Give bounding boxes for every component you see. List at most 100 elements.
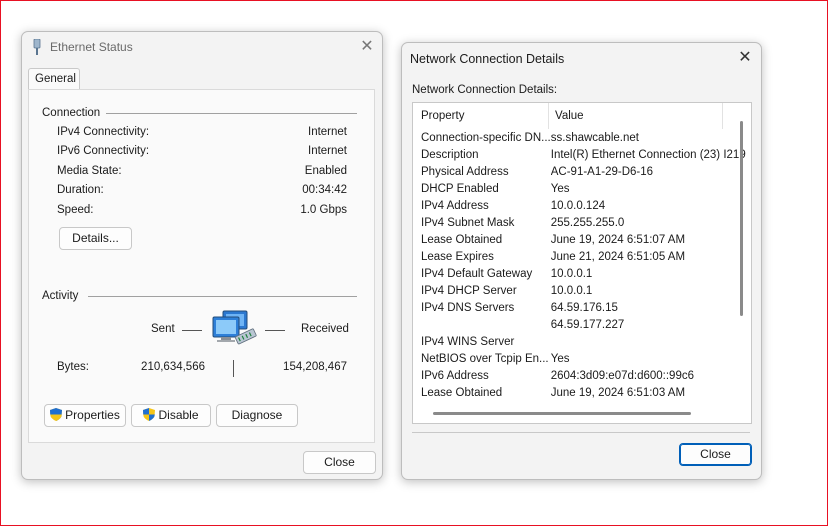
duration-value: 00:34:42 [302,184,347,196]
property-cell: IPv4 Subnet Mask [421,216,515,229]
table-row[interactable]: IPv4 Subnet Mask 255.255.255.0 [421,214,746,231]
close-icon[interactable]: ✕ [355,36,379,58]
ethernet-close-button[interactable]: Close [303,451,376,474]
property-cell: NetBIOS over Tcpip En... [421,352,549,365]
property-cell: IPv4 DHCP Server [421,284,517,297]
media-state-value: Enabled [304,165,347,177]
activity-divider [88,296,357,297]
value-cell: June 19, 2024 6:51:07 AM [550,233,686,246]
table-row[interactable]: Lease Obtained June 19, 2024 6:51:03 AM [421,384,746,401]
shield-icon [143,408,156,421]
table-row[interactable]: Description Intel(R) Ethernet Connection … [421,146,746,163]
value-cell: Yes [550,182,570,195]
value-cell: 10.0.0.1 [550,267,593,280]
connection-header: Connection [42,107,101,119]
sent-line [182,330,202,331]
property-cell: IPv4 Address [421,199,489,212]
value-cell: 10.0.0.124 [550,199,606,212]
diagnose-button[interactable]: Diagnose [216,404,298,427]
value-cell: Yes [550,352,570,365]
table-row[interactable]: Lease Expires June 21, 2024 6:51:05 AM [421,248,746,265]
table-row[interactable]: IPv4 Address 10.0.0.124 [421,197,746,214]
close-icon[interactable]: ✕ [733,47,757,69]
table-row[interactable]: IPv4 Default Gateway 10.0.0.1 [421,265,746,282]
tab-general[interactable]: General [28,68,80,90]
received-label: Received [301,323,349,335]
properties-button-label: Properties [65,408,120,422]
speed-value: 1.0 Gbps [300,204,347,216]
property-cell: Lease Expires [421,250,494,263]
ipv6-label: IPv6 Connectivity: [57,145,150,157]
property-cell: Lease Obtained [421,233,503,246]
property-cell: Lease Obtained [421,386,503,399]
value-cell: Intel(R) Ethernet Connection (23) I219 [550,148,746,161]
connection-divider [106,113,357,114]
title-bar: Ethernet Status ✕ [22,32,382,62]
table-row[interactable]: Connection-specific DN... ss.shawcable.ne… [421,129,746,146]
ethernet-status-window: Ethernet Status ✕ General Connection IPv… [21,31,383,480]
tab-panel [28,89,375,443]
footer-divider [412,432,750,433]
disable-button[interactable]: Disable [131,404,211,427]
tab-general-label: General [35,73,76,85]
bytes-sent: 210,634,566 [141,361,205,373]
table-row[interactable]: IPv6 Address 2604:3d09:e07d:d600::99c6 [421,367,746,384]
value-cell: 255.255.255.0 [550,216,625,229]
property-cell: IPv4 Default Gateway [421,267,533,280]
activity-stem [233,360,234,377]
list-header: Property Value [413,103,751,129]
table-row[interactable]: IPv4 DHCP Server 10.0.0.1 [421,282,746,299]
value-cell: 64.59.176.15 [550,301,618,314]
value-cell: 2604:3d09:e07d:d600::99c6 [550,369,694,382]
properties-button[interactable]: Properties [44,404,126,427]
details-close-button[interactable]: Close [679,443,752,466]
property-cell: Connection-specific DN... [421,131,551,144]
ethernet-plug-icon [33,38,41,55]
value-cell: June 21, 2024 6:51:05 AM [550,250,686,263]
details-button[interactable]: Details... [59,227,132,250]
property-cell: IPv4 DNS Servers [421,301,515,314]
speed-label: Speed: [57,204,94,216]
bytes-received: 154,208,467 [283,361,347,373]
value-cell: AC-91-A1-29-D6-16 [550,165,654,178]
horizontal-scrollbar[interactable] [433,412,691,415]
col-value-header[interactable]: Value [555,110,584,122]
window-title: Network Connection Details [410,52,565,66]
table-row[interactable]: Lease Obtained June 19, 2024 6:51:07 AM [421,231,746,248]
activity-header: Activity [42,290,79,302]
disable-button-label: Disable [158,408,199,422]
property-cell: IPv4 WINS Server [421,335,515,348]
table-row[interactable]: 64.59.177.227 [421,316,746,333]
table-row[interactable]: IPv4 DNS Servers 64.59.176.15 [421,299,746,316]
properties-table: Connection-specific DN... ss.shawcable.ne… [421,129,746,401]
vertical-scrollbar[interactable] [740,121,743,316]
bytes-label: Bytes: [57,361,89,373]
shield-icon [50,408,63,421]
duration-label: Duration: [57,184,104,196]
table-row[interactable]: NetBIOS over Tcpip En... Yes [421,350,746,367]
table-row[interactable]: Physical Address AC-91-A1-29-D6-16 [421,163,746,180]
col-divider [548,103,549,129]
col-divider [722,103,723,129]
window-title: Ethernet Status [50,40,133,54]
sent-label: Sent [151,323,175,335]
ipv4-label: IPv4 Connectivity: [57,126,150,138]
col-property-header[interactable]: Property [421,110,464,122]
title-bar: Network Connection Details ✕ [402,43,761,73]
details-caption: Network Connection Details: [412,84,558,96]
value-cell: ss.shawcable.net [550,131,639,144]
value-cell: June 19, 2024 6:51:03 AM [550,386,686,399]
table-row[interactable]: DHCP Enabled Yes [421,180,746,197]
properties-list[interactable]: Property Value Connection-specific DN...… [412,102,752,424]
table-row[interactable]: IPv4 WINS Server [421,333,746,350]
value-cell: 10.0.0.1 [550,284,593,297]
network-details-window: Network Connection Details ✕ Network Con… [401,42,762,480]
property-cell: IPv6 Address [421,369,489,382]
value-cell: 64.59.177.227 [550,318,625,331]
network-computers-icon [211,309,261,357]
ipv6-value: Internet [308,145,347,157]
received-line [265,330,285,331]
property-cell: Description [421,148,479,161]
value-cell [551,333,746,350]
media-state-label: Media State: [57,165,122,177]
